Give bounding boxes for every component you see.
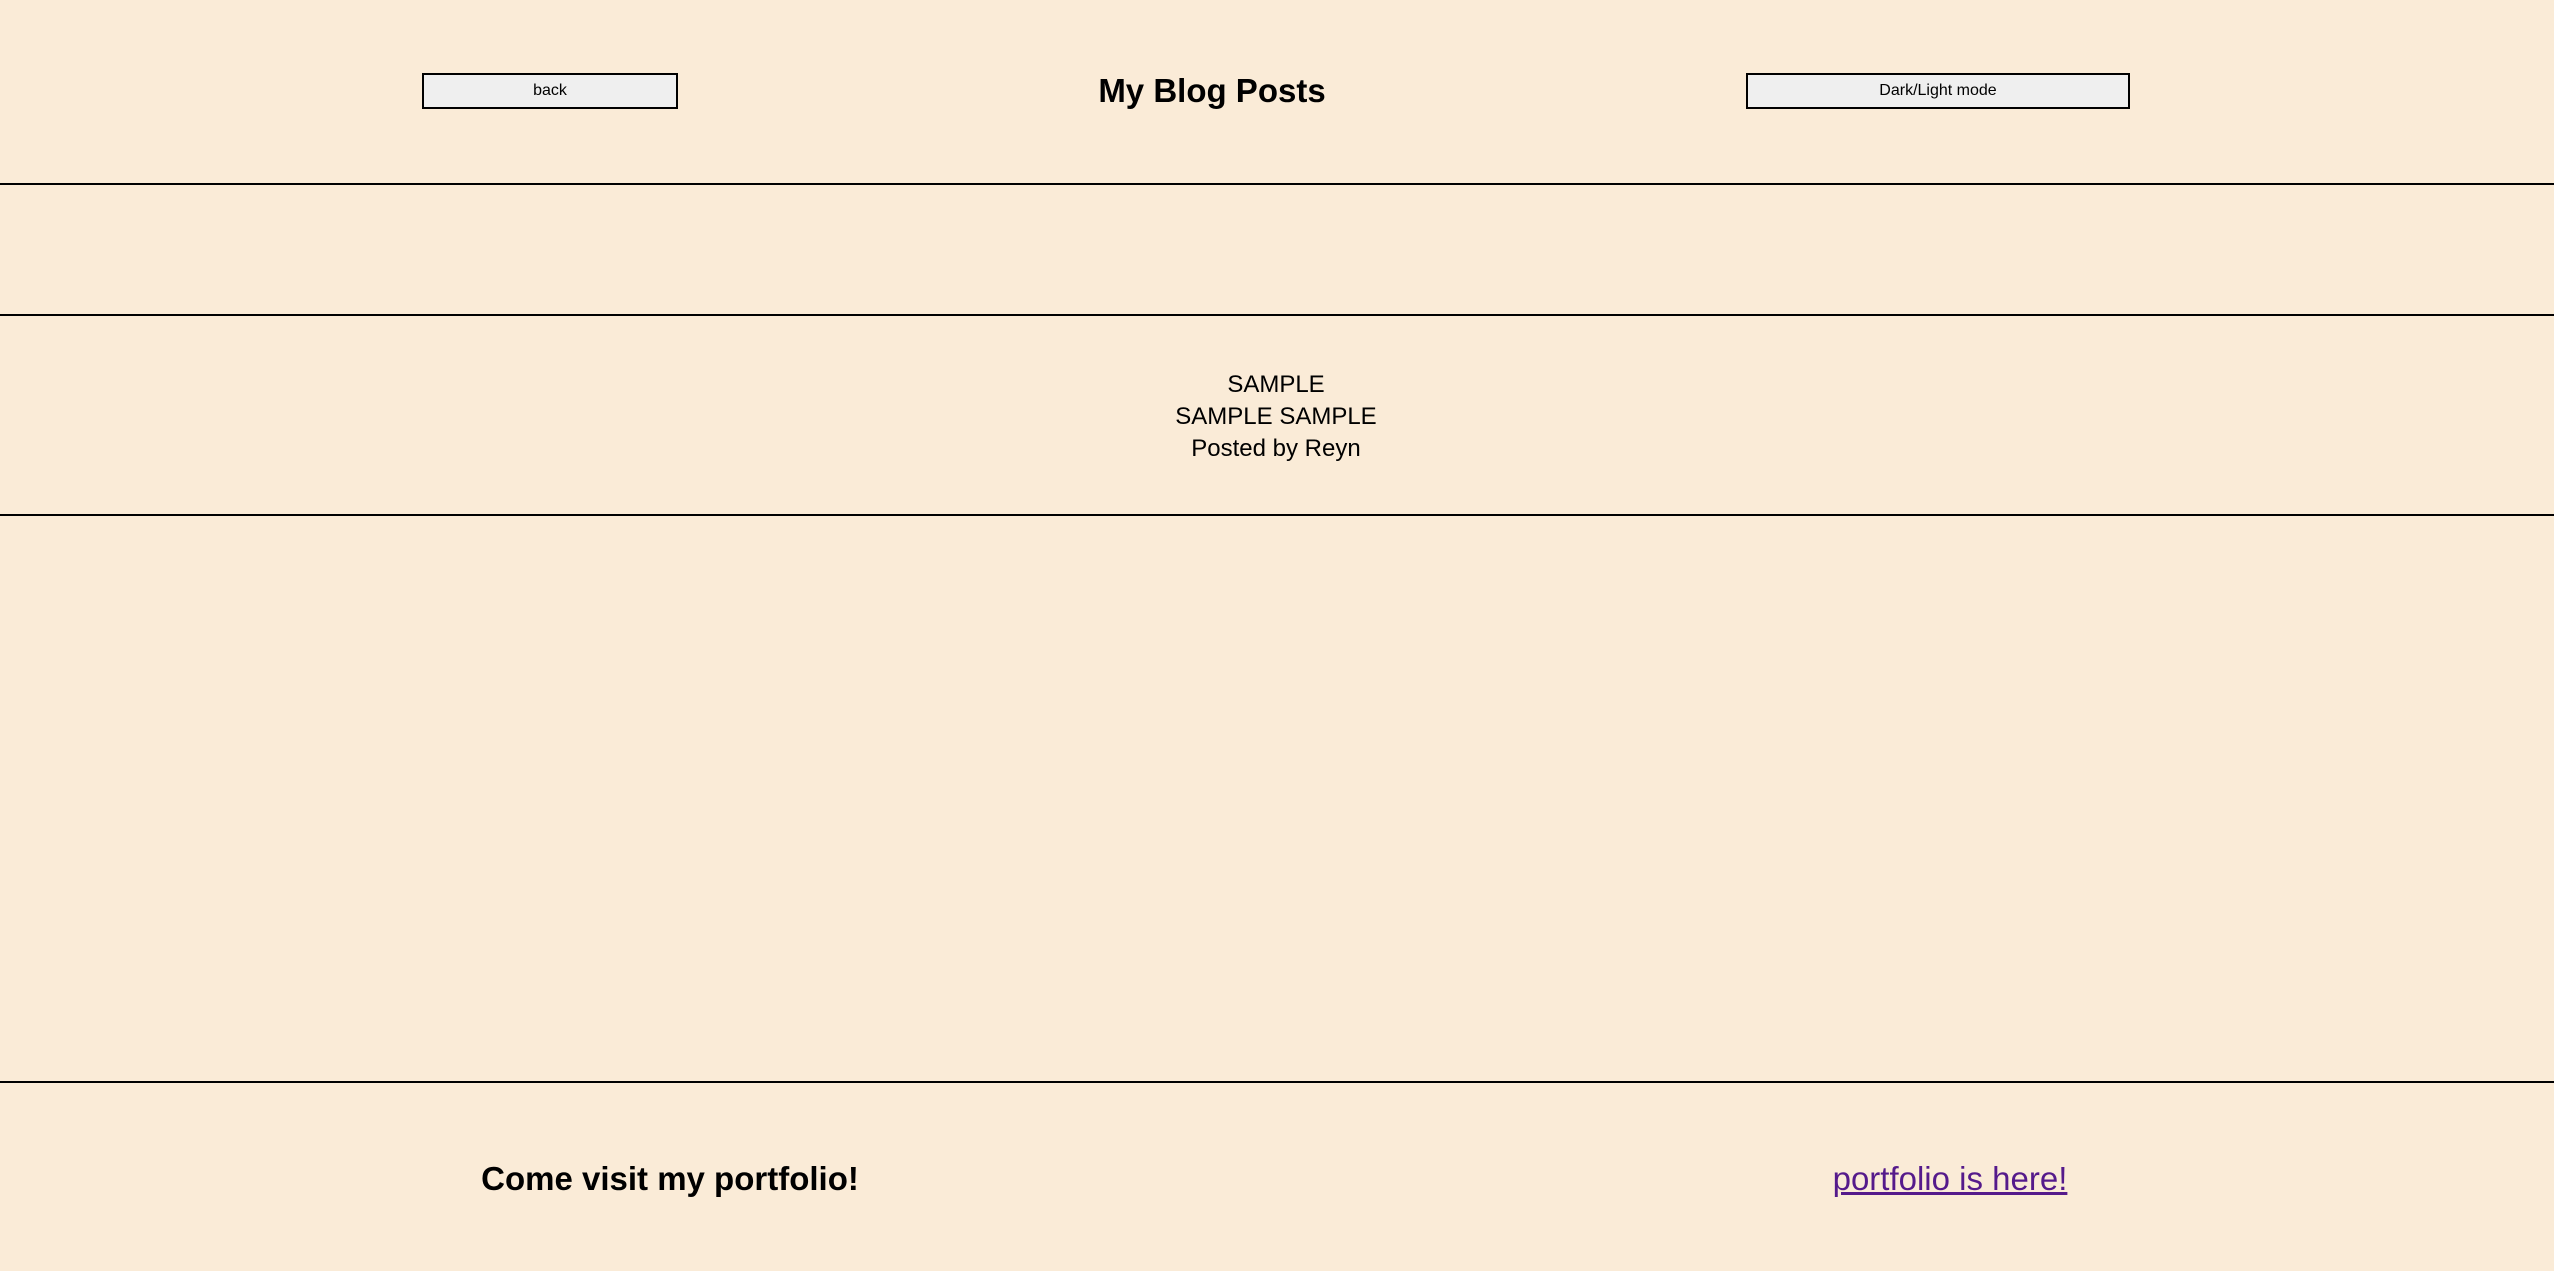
blank-section [0,185,2554,316]
page-footer: Come visit my portfolio! portfolio is he… [0,1083,2554,1271]
empty-content-section [0,516,2554,1083]
page-title: My Blog Posts [1098,72,1326,109]
post-title: SAMPLE [1227,371,1325,398]
page-header: back My Blog Posts Dark/Light mode [0,0,2554,185]
back-button[interactable]: back [422,73,678,109]
portfolio-invite-text: Come visit my portfolio! [481,1160,859,1197]
dark-light-mode-button[interactable]: Dark/Light mode [1746,73,2130,109]
portfolio-link[interactable]: portfolio is here! [1750,1159,2150,1199]
blog-post-section: SAMPLE SAMPLE SAMPLE Posted by Reyn [0,316,2554,516]
post-byline: Posted by Reyn [1191,435,1361,462]
post-body: SAMPLE SAMPLE [1175,403,1377,430]
blog-post: SAMPLE SAMPLE SAMPLE Posted by Reyn [0,369,2552,465]
